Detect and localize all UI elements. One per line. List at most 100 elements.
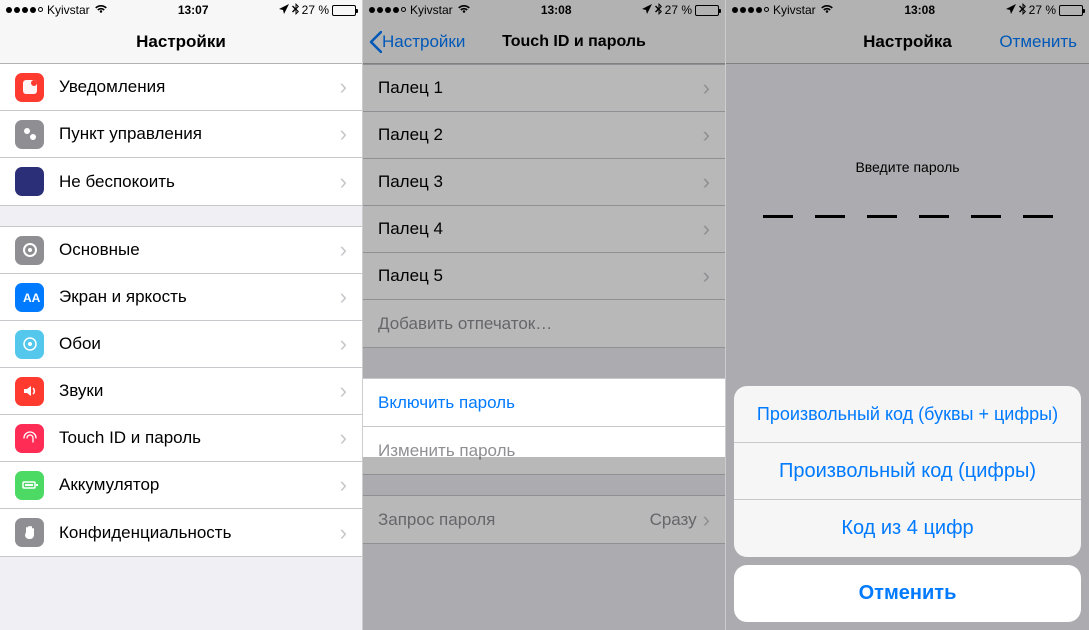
carrier-label: Kyivstar (773, 3, 816, 17)
cell-label: Палец 4 (378, 219, 703, 239)
bluetooth-icon (1019, 3, 1026, 18)
chevron-right-icon: › (340, 425, 347, 451)
nav-bar: Настройки Touch ID и пароль (363, 20, 725, 64)
wallpaper-icon (15, 330, 44, 359)
settings-cell-control-center[interactable]: Пункт управления › (0, 111, 362, 158)
sheet-cancel-button[interactable]: Отменить (734, 565, 1081, 622)
add-fingerprint-row[interactable]: Добавить отпечаток… (363, 300, 725, 347)
nav-cancel-button[interactable]: Отменить (999, 32, 1077, 52)
battery-percent: 27 % (665, 3, 692, 17)
cell-label: Изменить пароль (378, 441, 710, 461)
cell-label: Аккумулятор (59, 475, 340, 495)
cell-label: Звуки (59, 381, 340, 401)
carrier-label: Kyivstar (410, 3, 453, 17)
sheet-option-4digit[interactable]: Код из 4 цифр (734, 500, 1081, 557)
settings-cell-notifications[interactable]: Уведомления › (0, 64, 362, 111)
cell-label: Палец 5 (378, 266, 703, 286)
cell-label: Экран и яркость (59, 287, 340, 307)
chevron-right-icon: › (340, 331, 347, 357)
settings-root-screen: Kyivstar 13:07 27 % Настройки Уведомлени… (0, 0, 363, 630)
chevron-right-icon: › (340, 284, 347, 310)
cell-label: Обои (59, 334, 340, 354)
touch-id-screen: Kyivstar 13:08 27 % Настройки Touch ID и… (363, 0, 726, 630)
moon-icon (15, 167, 44, 196)
passcode-dash (971, 215, 1001, 218)
sheet-option-alphanumeric[interactable]: Произвольный код (буквы + цифры) (734, 386, 1081, 443)
speaker-icon (15, 377, 44, 406)
clock: 13:08 (904, 3, 935, 17)
change-passcode-row[interactable]: Изменить пароль (363, 427, 725, 474)
chevron-right-icon: › (340, 169, 347, 195)
battery-icon (1059, 5, 1083, 16)
chevron-right-icon: › (703, 169, 710, 195)
battery-percent: 27 % (302, 3, 329, 17)
nav-back-label: Настройки (382, 32, 465, 52)
signal-icon (732, 7, 769, 13)
cell-label: Палец 3 (378, 172, 703, 192)
chevron-right-icon: › (340, 472, 347, 498)
signal-icon (369, 7, 406, 13)
cell-label: Конфиденциальность (59, 523, 340, 543)
finger-row-1[interactable]: Палец 1› (363, 65, 725, 112)
signal-icon (6, 7, 43, 13)
finger-row-2[interactable]: Палец 2› (363, 112, 725, 159)
passcode-dash (919, 215, 949, 218)
settings-cell-touch-id[interactable]: Touch ID и пароль › (0, 415, 362, 462)
nav-bar: Настройка Отменить (726, 20, 1089, 64)
nav-back-button[interactable]: Настройки (363, 31, 465, 53)
chevron-right-icon: › (340, 121, 347, 147)
clock: 13:07 (178, 3, 209, 17)
cell-label: Включить пароль (378, 393, 710, 413)
settings-cell-dnd[interactable]: Не беспокоить › (0, 158, 362, 205)
finger-row-5[interactable]: Палец 5› (363, 253, 725, 300)
cell-value: Сразу (650, 510, 697, 530)
settings-cell-wallpaper[interactable]: Обои › (0, 321, 362, 368)
hand-icon (15, 518, 44, 547)
cell-label: Пункт управления (59, 124, 340, 144)
chevron-right-icon: › (340, 378, 347, 404)
wifi-icon (457, 3, 471, 17)
battery-icon (332, 5, 356, 16)
cell-label: Палец 1 (378, 78, 703, 98)
passcode-dash (763, 215, 793, 218)
display-icon: AA (15, 283, 44, 312)
status-bar: Kyivstar 13:08 27 % (363, 0, 725, 20)
cell-label: Уведомления (59, 77, 340, 97)
sheet-option-numeric[interactable]: Произвольный код (цифры) (734, 443, 1081, 500)
bluetooth-icon (292, 3, 299, 18)
location-icon (1006, 3, 1016, 17)
settings-cell-display[interactable]: AA Экран и яркость › (0, 274, 362, 321)
fingerprint-icon (15, 424, 44, 453)
enable-passcode-row[interactable]: Включить пароль (363, 379, 725, 426)
cell-label: Запрос пароля (378, 510, 650, 530)
chevron-right-icon: › (703, 75, 710, 101)
battery-icon (695, 5, 719, 16)
chevron-right-icon: › (340, 74, 347, 100)
status-bar: Kyivstar 13:07 27 % (0, 0, 362, 20)
clock: 13:08 (541, 3, 572, 17)
gear-icon (15, 236, 44, 265)
finger-row-4[interactable]: Палец 4› (363, 206, 725, 253)
settings-cell-battery[interactable]: Аккумулятор › (0, 462, 362, 509)
settings-cell-sounds[interactable]: Звуки › (0, 368, 362, 415)
control-center-icon (15, 120, 44, 149)
require-passcode-row[interactable]: Запрос пароля Сразу › (363, 496, 725, 543)
cell-label: Основные (59, 240, 340, 260)
chevron-right-icon: › (703, 122, 710, 148)
svg-text:AA: AA (23, 291, 40, 305)
settings-cell-general[interactable]: Основные › (0, 227, 362, 274)
chevron-right-icon: › (703, 216, 710, 242)
wifi-icon (820, 3, 834, 17)
bluetooth-icon (655, 3, 662, 18)
chevron-right-icon: › (340, 237, 347, 263)
nav-title: Настройки (0, 32, 362, 52)
battery-cell-icon (15, 471, 44, 500)
finger-row-3[interactable]: Палец 3› (363, 159, 725, 206)
passcode-dash (1023, 215, 1053, 218)
settings-cell-privacy[interactable]: Конфиденциальность › (0, 509, 362, 556)
passcode-prompt: Введите пароль (726, 159, 1089, 175)
nav-bar: Настройки (0, 20, 362, 64)
cell-label: Палец 2 (378, 125, 703, 145)
cell-label: Добавить отпечаток… (378, 314, 710, 334)
passcode-setup-screen: Kyivstar 13:08 27 % Настройка Отменить В… (726, 0, 1089, 630)
